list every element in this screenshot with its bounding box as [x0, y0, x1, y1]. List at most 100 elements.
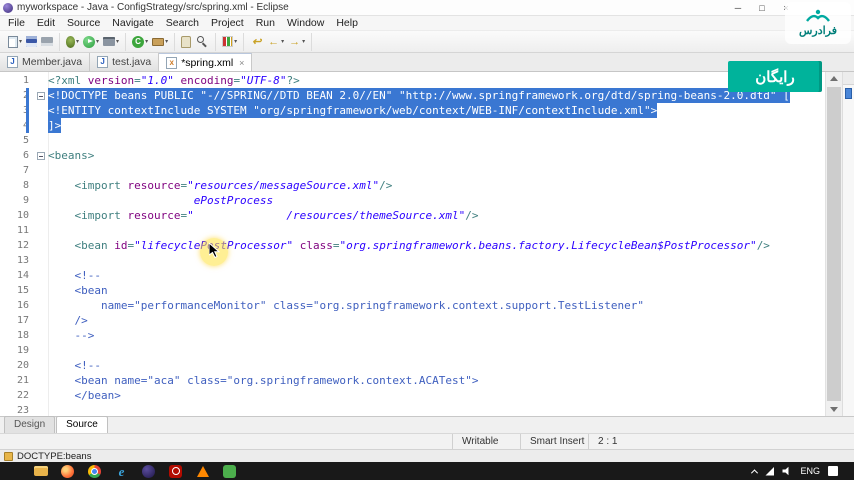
code-text[interactable]: ePostProcess: [48, 193, 273, 208]
code-line[interactable]: 8 <import resource="resources/messageSou…: [0, 178, 825, 193]
tab-source[interactable]: Source: [56, 416, 108, 433]
code-text[interactable]: <import resource=" /resources/themeSourc…: [48, 208, 479, 223]
file-explorer[interactable]: [27, 462, 54, 480]
code-text[interactable]: -->: [48, 328, 94, 343]
code-text[interactable]: <beans>: [48, 148, 94, 163]
debug-button[interactable]: ▾: [64, 35, 81, 49]
code-text[interactable]: <?xml version="1.0" encoding="UTF-8"?>: [48, 73, 300, 88]
vlc[interactable]: [189, 462, 216, 480]
code-text[interactable]: <bean: [48, 283, 107, 298]
menu-run[interactable]: Run: [250, 16, 281, 31]
line-number: 16: [16, 300, 29, 311]
acrobat-reader[interactable]: [162, 462, 189, 480]
menu-help[interactable]: Help: [330, 16, 364, 31]
code-line[interactable]: 16 name="performanceMonitor" class="org.…: [0, 298, 825, 313]
eclipse[interactable]: [135, 462, 162, 480]
code-line[interactable]: 11: [0, 223, 825, 238]
code-text[interactable]: <!ENTITY contextInclude SYSTEM "org/spri…: [48, 103, 658, 118]
collapse-icon[interactable]: [37, 151, 45, 160]
tab-spring-xml[interactable]: *spring.xml ×: [159, 53, 253, 71]
chevron-up-icon[interactable]: [751, 468, 759, 476]
code-line[interactable]: 9 ePostProcess: [0, 193, 825, 208]
selection-marker[interactable]: [845, 88, 852, 99]
chrome[interactable]: [81, 462, 108, 480]
close-tab-icon[interactable]: ×: [239, 58, 244, 68]
code-text[interactable]: <bean name="aca" class="org.springframew…: [48, 373, 478, 388]
editor-vertical-scrollbar[interactable]: [825, 72, 842, 416]
forward-button[interactable]: ▾: [286, 34, 307, 49]
firefox[interactable]: [54, 462, 81, 480]
xml-editor[interactable]: 1<?xml version="1.0" encoding="UTF-8"?>2…: [0, 72, 854, 416]
collapse-icon[interactable]: [37, 91, 45, 100]
code-line[interactable]: 21 <bean name="aca" class="org.springfra…: [0, 373, 825, 388]
code-line[interactable]: 7: [0, 163, 825, 178]
code-lines[interactable]: 1<?xml version="1.0" encoding="UTF-8"?>2…: [0, 72, 825, 416]
code-line[interactable]: 14 <!--: [0, 268, 825, 283]
code-line[interactable]: 5: [0, 133, 825, 148]
new-wizard-button[interactable]: ▾: [6, 35, 24, 49]
last-edit-location-button[interactable]: [248, 34, 265, 49]
code-line[interactable]: 22 </bean>: [0, 388, 825, 403]
code-text[interactable]: <bean id="lifecyclePostProcessor" class=…: [48, 238, 770, 253]
code-text[interactable]: <!DOCTYPE beans PUBLIC "-//SPRING//DTD B…: [48, 88, 790, 103]
code-line[interactable]: 20 <!--: [0, 358, 825, 373]
code-text[interactable]: name="performanceMonitor" class="org.spr…: [48, 298, 644, 313]
run-button[interactable]: ▾: [81, 35, 101, 49]
menu-search[interactable]: Search: [160, 16, 205, 31]
notepad[interactable]: [216, 462, 243, 480]
start-button[interactable]: [0, 462, 27, 480]
new-java-class-button[interactable]: ▾: [130, 35, 150, 49]
code-line[interactable]: 17 />: [0, 313, 825, 328]
menu-window[interactable]: Window: [281, 16, 330, 31]
coverage-button[interactable]: ▾: [220, 35, 239, 48]
code-text[interactable]: <!--: [48, 358, 101, 373]
network-icon[interactable]: [765, 466, 775, 476]
maximize-button[interactable]: □: [750, 0, 774, 15]
code-line[interactable]: 13: [0, 253, 825, 268]
menu-source[interactable]: Source: [61, 16, 106, 31]
menu-navigate[interactable]: Navigate: [106, 16, 159, 31]
search-button[interactable]: [193, 34, 211, 50]
print-button[interactable]: [39, 36, 55, 47]
code-text[interactable]: ]>: [48, 118, 62, 133]
code-line[interactable]: 10 <import resource=" /resources/themeSo…: [0, 208, 825, 223]
code-line[interactable]: 18 -->: [0, 328, 825, 343]
code-text[interactable]: <!--: [48, 268, 101, 283]
watermark-brand: فرادرس: [798, 25, 838, 37]
menu-edit[interactable]: Edit: [31, 16, 61, 31]
code-text[interactable]: <import resource="resources/messageSourc…: [48, 178, 393, 193]
code-line[interactable]: 2<!DOCTYPE beans PUBLIC "-//SPRING//DTD …: [0, 88, 825, 103]
code-line[interactable]: 6 <beans>: [0, 148, 825, 163]
scroll-down-icon[interactable]: [826, 402, 842, 416]
line-number: 6: [22, 150, 29, 161]
new-java-package-button[interactable]: ▾: [150, 37, 170, 47]
tab-Member-java[interactable]: Member.java: [0, 53, 91, 71]
code-line[interactable]: 3<!ENTITY contextInclude SYSTEM "org/spr…: [0, 103, 825, 118]
volume-icon[interactable]: [782, 466, 789, 476]
code-text[interactable]: />: [48, 313, 87, 328]
back-button[interactable]: ▾: [265, 34, 286, 49]
code-line[interactable]: 4]>: [0, 118, 825, 133]
file-explorer-icon: [33, 466, 48, 476]
minimize-button[interactable]: ─: [726, 0, 750, 15]
code-text[interactable]: </bean>: [48, 388, 120, 403]
save-button[interactable]: [24, 35, 39, 48]
code-line[interactable]: 23: [0, 403, 825, 416]
menu-project[interactable]: Project: [205, 16, 250, 31]
code-line[interactable]: 12 <bean id="lifecyclePostProcessor" cla…: [0, 238, 825, 253]
external-tools-button[interactable]: ▾: [101, 36, 121, 47]
menu-file[interactable]: File: [2, 16, 31, 31]
code-line[interactable]: 15 <bean: [0, 283, 825, 298]
language-indicator[interactable]: ENG: [800, 466, 820, 476]
open-jar-button[interactable]: [179, 35, 193, 49]
scroll-up-icon[interactable]: [826, 72, 842, 86]
tab-design[interactable]: Design: [4, 416, 56, 433]
code-line[interactable]: 19: [0, 343, 825, 358]
notification-icon[interactable]: [828, 466, 838, 476]
fold-column: [34, 313, 48, 328]
overview-ruler[interactable]: [842, 72, 854, 416]
scrollbar-thumb[interactable]: [827, 87, 841, 401]
tab-test-java[interactable]: test.java: [90, 53, 160, 71]
edge[interactable]: [108, 462, 135, 480]
code-line[interactable]: 1 <?xml version="1.0" encoding="UTF-8"?>: [0, 73, 825, 88]
